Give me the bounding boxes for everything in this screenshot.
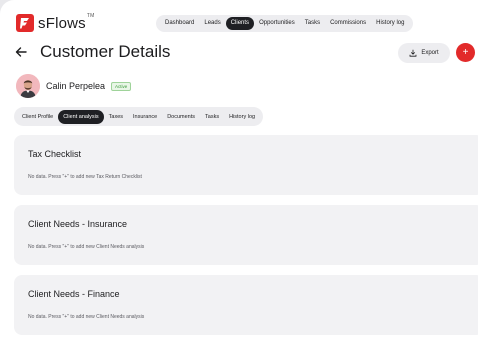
nav-opportunities[interactable]: Opportunities <box>254 17 300 30</box>
empty-state-text: No data. Press "+" to add new Client Nee… <box>28 314 145 320</box>
section-tax-checklist: Tax Checklist No data. Press "+" to add … <box>14 135 478 195</box>
client-name: Calin Perpelea <box>46 81 106 91</box>
sflows-logo-icon <box>16 14 34 32</box>
app-window: sFlowsTM Dashboard Leads Clients Opportu… <box>0 0 478 346</box>
status-badge: Active <box>111 81 132 91</box>
export-button[interactable]: Export <box>398 43 450 63</box>
nav-commissions[interactable]: Commissions <box>325 17 371 30</box>
nav-clients[interactable]: Clients <box>225 17 255 30</box>
section-client-needs-finance: Client Needs - Finance No data. Press "+… <box>14 275 478 335</box>
page-header: Customer Details <box>14 42 170 62</box>
nav-dashboard[interactable]: Dashboard <box>160 17 199 30</box>
tab-taxes[interactable]: Taxes <box>104 110 128 124</box>
section-title: Client Needs - Finance <box>28 289 120 299</box>
export-button-label: Export <box>421 50 439 56</box>
avatar <box>16 74 40 98</box>
nav-tasks[interactable]: Tasks <box>300 17 325 30</box>
section-client-needs-insurance: Client Needs - Insurance No data. Press … <box>14 205 478 265</box>
tab-client-profile[interactable]: Client Profile <box>17 110 58 124</box>
top-navigation: Dashboard Leads Clients Opportunities Ta… <box>156 15 414 32</box>
empty-state-text: No data. Press "+" to add new Client Nee… <box>28 244 145 250</box>
brand-logo[interactable]: sFlowsTM <box>16 12 95 32</box>
section-title: Tax Checklist <box>28 149 82 159</box>
page-title: Customer Details <box>40 42 171 61</box>
tab-insurance[interactable]: Insurance <box>128 110 162 124</box>
brand-name: sFlowsTM <box>38 12 95 32</box>
section-title: Client Needs - Insurance <box>28 219 128 229</box>
client-summary: Calin Perpelea Active <box>16 74 132 98</box>
nav-leads[interactable]: Leads <box>199 17 225 30</box>
back-arrow-icon[interactable] <box>14 45 28 59</box>
download-icon <box>409 49 417 57</box>
tab-documents[interactable]: Documents <box>162 110 200 124</box>
empty-state-text: No data. Press "+" to add new Tax Return… <box>28 174 142 180</box>
tab-history-log[interactable]: History log <box>224 110 260 124</box>
add-button[interactable]: + <box>456 43 475 62</box>
client-tabs: Client Profile Client analysis Taxes Ins… <box>14 107 264 126</box>
tab-client-analysis[interactable]: Client analysis <box>58 109 104 124</box>
tab-tasks[interactable]: Tasks <box>200 110 224 124</box>
nav-history-log[interactable]: History log <box>371 17 409 30</box>
